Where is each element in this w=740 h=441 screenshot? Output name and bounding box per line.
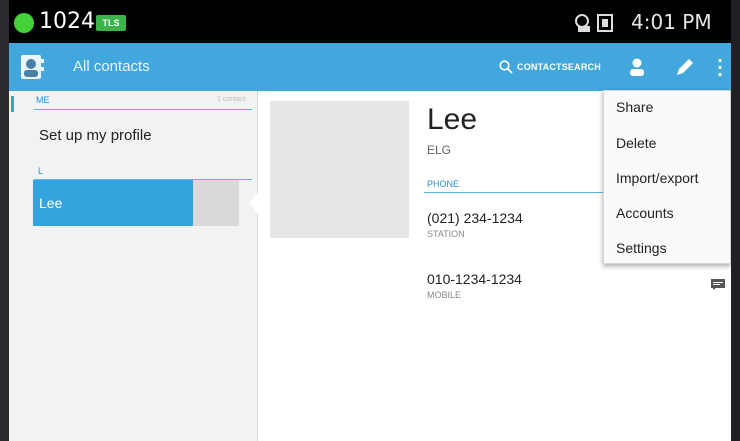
device-screen: 1024 TLS 4:01 PM All contacts CONTACTSEA…	[0, 0, 740, 441]
contact-search-button[interactable]: CONTACTSEARCH	[499, 57, 601, 77]
phone-section-header: PHONE	[427, 179, 460, 189]
phone-number-mobile[interactable]: 010-1234-1234	[427, 271, 522, 287]
search-icon	[499, 60, 513, 74]
sync-icon	[575, 14, 590, 32]
scroll-indicator	[11, 96, 14, 112]
message-icon[interactable]	[711, 279, 725, 290]
letter-section-header: L	[38, 166, 44, 176]
menu-item-settings[interactable]: Settings	[616, 240, 667, 256]
clock: 4:01 PM	[631, 10, 712, 34]
action-bar: All contacts CONTACTSEARCH	[9, 43, 731, 91]
contact-list-item-name: Lee	[39, 195, 63, 211]
section-divider	[34, 109, 252, 110]
device-bezel-right	[731, 0, 740, 441]
set-up-profile-item[interactable]: Set up my profile	[39, 127, 152, 144]
phone-type-label: STATION	[427, 229, 465, 239]
add-contact-icon[interactable]	[625, 55, 649, 79]
edit-pencil-icon[interactable]	[673, 55, 697, 79]
overflow-menu-icon[interactable]	[715, 55, 725, 79]
selection-pointer	[249, 191, 259, 215]
status-indicator-icon	[14, 13, 34, 33]
contact-name: Lee	[427, 103, 478, 136]
section-divider	[424, 192, 614, 193]
contact-list-item-selected[interactable]: Lee	[33, 180, 239, 226]
menu-item-share[interactable]: Share	[616, 99, 653, 115]
contact-organization: ELG	[427, 143, 452, 157]
contact-list-pane: ME 1 contact Set up my profile L Lee	[9, 91, 259, 441]
contact-search-label: CONTACTSEARCH	[517, 62, 601, 72]
phone-type-label: MOBILE	[427, 290, 462, 300]
menu-item-accounts[interactable]: Accounts	[616, 205, 674, 221]
menu-item-delete[interactable]: Delete	[616, 135, 656, 151]
contacts-count: 1 contact	[217, 96, 246, 103]
screen-icon	[597, 14, 613, 32]
contact-thumbnail	[193, 180, 239, 226]
menu-item-import-export[interactable]: Import/export	[616, 170, 698, 186]
status-bar: 1024 TLS 4:01 PM	[9, 0, 731, 43]
contact-photo[interactable]	[270, 101, 409, 238]
contacts-app-icon[interactable]	[21, 53, 45, 81]
tls-badge: TLS	[96, 15, 126, 31]
phone-number-station[interactable]: (021) 234-1234	[427, 210, 523, 226]
contacts-filter-dropdown[interactable]: All contacts	[73, 58, 150, 75]
device-bezel-left	[0, 0, 9, 441]
notification-icons	[575, 14, 613, 32]
me-section-header: ME	[36, 95, 50, 105]
status-count: 1024	[39, 9, 95, 34]
overflow-menu: Share Delete Import/export Accounts Sett…	[603, 90, 731, 264]
